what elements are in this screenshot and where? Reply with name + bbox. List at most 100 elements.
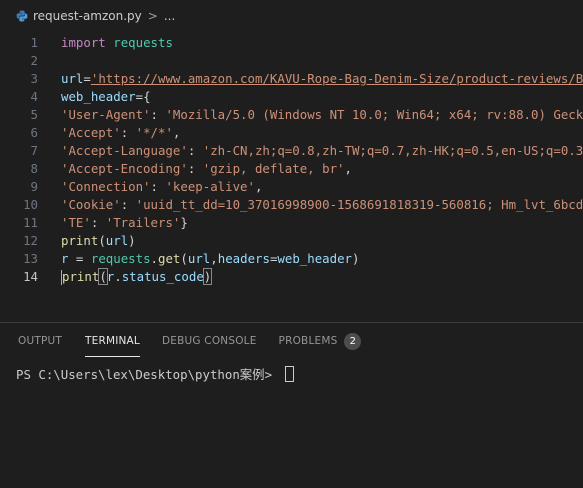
- line-code: 'User-Agent': 'Mozilla/5.0 (Windows NT 1…: [61, 106, 583, 124]
- code-line[interactable]: 5 'User-Agent': 'Mozilla/5.0 (Windows NT …: [0, 106, 583, 124]
- code-token: ,: [344, 161, 352, 176]
- code-token: 'uuid_tt_dd=10_37016998900-1568691818319…: [135, 197, 583, 212]
- line-number: 9: [30, 179, 38, 194]
- line-code: 'Accept-Encoding': 'gzip, deflate, br',: [61, 160, 352, 178]
- code-line[interactable]: 9 'Connection': 'keep-alive',: [0, 178, 583, 196]
- code-token: get: [158, 251, 181, 266]
- terminal-cursor: [284, 366, 294, 382]
- line-code: print(url): [61, 232, 136, 250]
- code-line[interactable]: 3 url='https://www.amazon.com/KAVU-Rope-B…: [0, 70, 583, 88]
- code-token: 'zh-CN,zh;q=0.8,zh-TW;q=0.7,zh-HK;q=0.5,…: [202, 143, 583, 158]
- line-code: print(r.status_code): [61, 268, 213, 286]
- code-line[interactable]: 1 import requests: [0, 34, 583, 52]
- code-token: requests: [113, 35, 173, 50]
- breadcrumb-file-name[interactable]: request-amzon.py: [33, 9, 142, 23]
- code-token: 'Cookie': [61, 197, 121, 212]
- breadcrumb-ellipsis[interactable]: ...: [164, 9, 175, 23]
- tab-label: OUTPUT: [18, 335, 62, 347]
- code-token: :: [120, 197, 136, 212]
- line-number: 13: [23, 251, 38, 266]
- code-token: .: [114, 269, 122, 284]
- tab-label: PROBLEMS: [278, 335, 338, 347]
- code-token: ): [202, 268, 213, 285]
- code-token: :: [187, 161, 203, 176]
- code-token: ): [352, 251, 360, 266]
- line-number: 8: [30, 161, 38, 176]
- line-number: 12: [23, 233, 38, 248]
- code-token: ,: [210, 251, 218, 266]
- code-line[interactable]: 8 'Accept-Encoding': 'gzip, deflate, br',: [0, 160, 583, 178]
- code-token: 'Trailers': [105, 215, 181, 230]
- code-token: ,: [254, 179, 263, 194]
- code-token: :: [150, 179, 166, 194]
- line-number: 4: [30, 89, 38, 104]
- code-token: =: [68, 251, 91, 266]
- code-line[interactable]: 14 print(r.status_code): [0, 268, 583, 286]
- tab-label: DEBUG CONSOLE: [162, 335, 257, 347]
- line-code: 'Cookie': 'uuid_tt_dd=10_37016998900-156…: [61, 196, 583, 214]
- code-token: =: [83, 71, 91, 86]
- code-token: 'TE': [61, 215, 91, 230]
- code-line[interactable]: 10 'Cookie': 'uuid_tt_dd=10_37016998900-1…: [0, 196, 583, 214]
- tab-terminal[interactable]: TERMINAL: [85, 323, 140, 359]
- line-code: url='https://www.amazon.com/KAVU-Rope-Ba…: [61, 70, 583, 88]
- tab-problems[interactable]: PROBLEMS 2: [279, 323, 362, 359]
- line-number: 2: [30, 53, 38, 68]
- line-number: 3: [30, 71, 38, 86]
- tab-debug-console[interactable]: DEBUG CONSOLE: [162, 323, 257, 359]
- line-number: 10: [23, 197, 38, 212]
- terminal-area[interactable]: PS C:\Users\lex\Desktop\python案例>: [16, 365, 294, 383]
- code-token: (: [98, 233, 106, 248]
- code-token: (: [98, 268, 108, 285]
- code-token: 'gzip, deflate, br': [202, 161, 345, 176]
- code-token: requests: [90, 251, 151, 266]
- code-token: web_header: [61, 89, 136, 104]
- code-line[interactable]: 2: [0, 52, 583, 70]
- line-code: web_header={: [61, 88, 151, 106]
- code-token: 'Connection': [61, 179, 151, 194]
- code-token: 'Accept-Language': [61, 143, 188, 158]
- code-token: 'Accept': [61, 125, 121, 140]
- code-token: url: [187, 251, 211, 266]
- line-code: 'Connection': 'keep-alive',: [61, 178, 262, 196]
- code-token: url: [61, 71, 84, 86]
- code-line[interactable]: 13 r = requests.get(url,headers=web_heade…: [0, 250, 583, 268]
- code-token: .: [150, 251, 159, 266]
- code-token: 'https://www.amazon.com/KAVU-Rope-Bag-De…: [90, 71, 583, 86]
- code-line[interactable]: 11 'TE': 'Trailers'}: [0, 214, 583, 232]
- breadcrumb: request-amzon.py > ...: [0, 0, 583, 32]
- code-editor[interactable]: 1 import requests 2 3 url='https://www.amazo…: [0, 34, 583, 292]
- code-token: url: [105, 233, 129, 248]
- code-token: :: [187, 143, 203, 158]
- problems-count-badge: 2: [344, 332, 362, 350]
- chevron-right-icon: >: [147, 9, 158, 23]
- code-token: :: [150, 107, 166, 122]
- code-token: }: [180, 215, 188, 230]
- line-code: 'TE': 'Trailers'}: [61, 214, 188, 232]
- code-token: import: [61, 35, 106, 50]
- line-number: 11: [23, 215, 38, 230]
- tab-label: TERMINAL: [85, 335, 140, 347]
- line-code: 'Accept': '*/*',: [61, 124, 180, 142]
- code-line[interactable]: 6 'Accept': '*/*',: [0, 124, 583, 142]
- code-token: headers: [217, 251, 270, 266]
- bottom-panel: OUTPUT TERMINAL DEBUG CONSOLE PROBLEMS 2 PS …: [0, 322, 583, 488]
- code-token: print: [62, 269, 100, 284]
- code-token: status_code: [121, 269, 204, 284]
- code-token: (: [180, 251, 188, 266]
- code-token: ={: [135, 89, 151, 104]
- code-token: 'User-Agent': [61, 107, 151, 122]
- code-line[interactable]: 4 web_header={: [0, 88, 583, 106]
- code-token: print: [61, 233, 99, 248]
- line-number: 6: [30, 125, 38, 140]
- code-token: 'keep-alive': [165, 179, 255, 194]
- code-token: ,: [172, 125, 181, 140]
- code-line[interactable]: 12 print(url): [0, 232, 583, 250]
- panel-tabs: OUTPUT TERMINAL DEBUG CONSOLE PROBLEMS 2: [0, 323, 583, 359]
- line-code: r = requests.get(url,headers=web_header): [61, 250, 360, 268]
- tab-output[interactable]: OUTPUT: [18, 323, 62, 359]
- line-number: 14: [23, 269, 38, 284]
- code-line[interactable]: 7 'Accept-Language': 'zh-CN,zh;q=0.8,zh-T…: [0, 142, 583, 160]
- code-token: web_header: [277, 251, 353, 266]
- code-token: '*/*': [135, 125, 173, 140]
